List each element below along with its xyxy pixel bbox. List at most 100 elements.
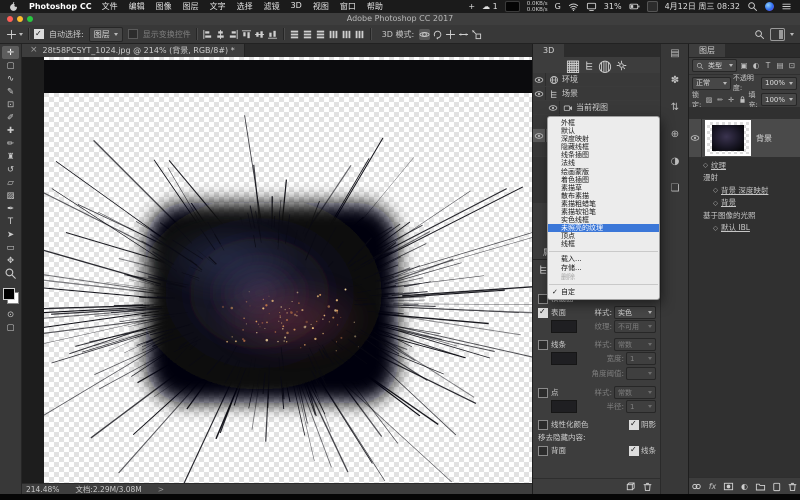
filter-smart-objects-icon[interactable]: ⊡ [787,61,797,71]
diffuse-group[interactable]: ◇ 漫射 [689,172,800,185]
eraser-tool[interactable]: ▱ [2,176,19,189]
surface-checkbox[interactable] [538,308,548,318]
screen-mode-icon[interactable]: ▢ [2,321,19,334]
blend-mode-dropdown[interactable]: 正常 [692,77,731,90]
gradient-tool[interactable]: ▨ [2,189,19,202]
healing-brush-tool[interactable]: ✚ [2,124,19,137]
link-layers-icon[interactable] [691,481,702,492]
menubar-item[interactable]: 视图 [313,1,329,12]
close-tab-icon[interactable]: × [30,45,38,55]
texture-group[interactable]: ◇ 纹理 [689,159,800,172]
menu-item-preset[interactable]: 法线 [548,159,659,167]
apple-menu-icon[interactable] [8,1,19,12]
3d-pan-icon[interactable] [445,29,456,40]
filter-adjustment-layers-icon[interactable]: ◐ [751,61,761,71]
menu-item-preset[interactable]: 顶点 [548,232,659,240]
3d-orbit-icon[interactable] [419,29,430,40]
document-canvas[interactable] [44,57,532,484]
align-center-horizontal-icon[interactable] [215,29,226,40]
lines-checkbox[interactable] [538,340,548,350]
adjustment-layer-icon[interactable]: ◐ [739,481,750,492]
filter-shape-layers-icon[interactable]: ▤ [775,61,785,71]
menu-item-preset[interactable]: 默认 [548,127,659,135]
menu-item-preset[interactable]: 着色插图 [548,176,659,184]
panel-dock-icon-3[interactable]: ⇅ [670,102,681,113]
layer-row-background[interactable]: 背景 [689,119,800,157]
distribute-middle-icon[interactable] [302,29,313,40]
show-transform-checkbox[interactable] [128,29,138,39]
marquee-tool[interactable]: ▢ [2,59,19,72]
align-middle-vertical-icon[interactable] [254,29,265,40]
align-bottom-icon[interactable] [267,29,278,40]
visibility-toggle[interactable] [547,101,560,114]
type-tool[interactable]: T [2,215,19,228]
menu-item-preset[interactable]: 隐藏线框 [548,143,659,151]
lock-pixels-icon[interactable]: ✏ [716,95,725,104]
tab-3d[interactable]: 3D [533,43,564,57]
workspace-switcher-icon[interactable] [770,28,785,41]
menu-item-preset[interactable]: 绘画蒙版 [548,168,659,176]
fill-dropdown[interactable]: 100% [761,93,797,106]
texture-background[interactable]: ◇ 背景 [689,197,800,210]
proxy-app-icon[interactable]: G [555,2,561,11]
crop-tool[interactable]: ⊡ [2,98,19,111]
3d-item-scene[interactable]: 场景 [533,87,661,101]
3d-slide-icon[interactable] [458,29,469,40]
eyedropper-tool[interactable]: ✐ [2,111,19,124]
quick-selection-tool[interactable]: ✎ [2,85,19,98]
pen-tool[interactable]: ✒ [2,202,19,215]
align-top-icon[interactable] [241,29,252,40]
shape-tool[interactable]: ▭ [2,241,19,254]
zoom-level[interactable]: 214.48% [26,485,59,494]
menubar-item[interactable]: 图层 [183,1,199,12]
app-menu-title[interactable]: Photoshop CC [29,2,92,11]
siri-icon[interactable] [765,2,774,11]
3d-filter-mesh-icon[interactable] [584,60,595,71]
points-style-dropdown[interactable]: 常数 [614,386,656,399]
lock-all-icon[interactable] [738,95,747,104]
input-source-icon[interactable] [505,1,520,12]
texture-dropdown[interactable]: 不可用 [614,320,656,333]
menu-item-preset[interactable]: 素描草 [548,184,659,192]
panel-dock-icon-5[interactable]: ◑ [670,156,681,167]
current-tool-indicator[interactable] [6,29,23,40]
distribute-center-icon[interactable] [341,29,352,40]
cloud-icon[interactable]: ☁ 1 [482,2,498,11]
points-checkbox[interactable] [538,388,548,398]
lock-position-icon[interactable]: ✛ [727,95,736,104]
menubar-item[interactable]: 图像 [156,1,172,12]
delete-layer-icon[interactable] [787,481,798,492]
3d-item-environment[interactable]: 环境 [533,73,661,87]
3d-item-current-view[interactable]: 当前视图 [533,101,661,115]
menubar-item[interactable]: 3D [291,1,302,12]
status-app-icon[interactable] [647,1,658,12]
lines-style-dropdown[interactable]: 常数 [614,338,656,351]
canvas[interactable] [21,57,532,484]
distribute-top-icon[interactable] [289,29,300,40]
menubar-item[interactable]: 帮助 [367,1,383,12]
hidden-lines-checkbox[interactable] [629,446,639,456]
menubar-item[interactable]: 文字 [210,1,226,12]
search-icon[interactable] [754,29,765,40]
panel-dock-icon-2[interactable]: ✽ [670,75,681,86]
menubar-item[interactable]: 编辑 [129,1,145,12]
ibl-group[interactable]: ◇ 基于图像的光照 [689,209,800,222]
texture-depth-map[interactable]: ◇ 背景 深度映射 [689,184,800,197]
visibility-toggle[interactable] [533,129,546,142]
quick-mask-icon[interactable]: ⊙ [2,308,19,321]
path-selection-tool[interactable]: ➤ [2,228,19,241]
chevron-down-icon[interactable] [790,33,794,36]
notification-center-icon[interactable] [781,1,792,12]
clone-stamp-tool[interactable]: ♜ [2,150,19,163]
distribute-right-icon[interactable] [354,29,365,40]
auto-select-dropdown[interactable]: 图层 [89,27,123,42]
color-swatches[interactable] [3,288,19,304]
document-tab[interactable]: × 28t58PCSYT_1024.jpg @ 214% (背景, RGB/8#… [21,43,245,57]
visibility-toggle[interactable] [533,87,546,100]
menu-item-preset[interactable]: 素描粗蜡笔 [548,200,659,208]
new-group-icon[interactable] [755,481,766,492]
menu-item-preset[interactable]: 线条插图 [548,151,659,159]
angle-threshold-dropdown[interactable] [626,367,656,380]
distribute-left-icon[interactable] [328,29,339,40]
panel-dock-icon-6[interactable]: ❏ [670,183,681,194]
